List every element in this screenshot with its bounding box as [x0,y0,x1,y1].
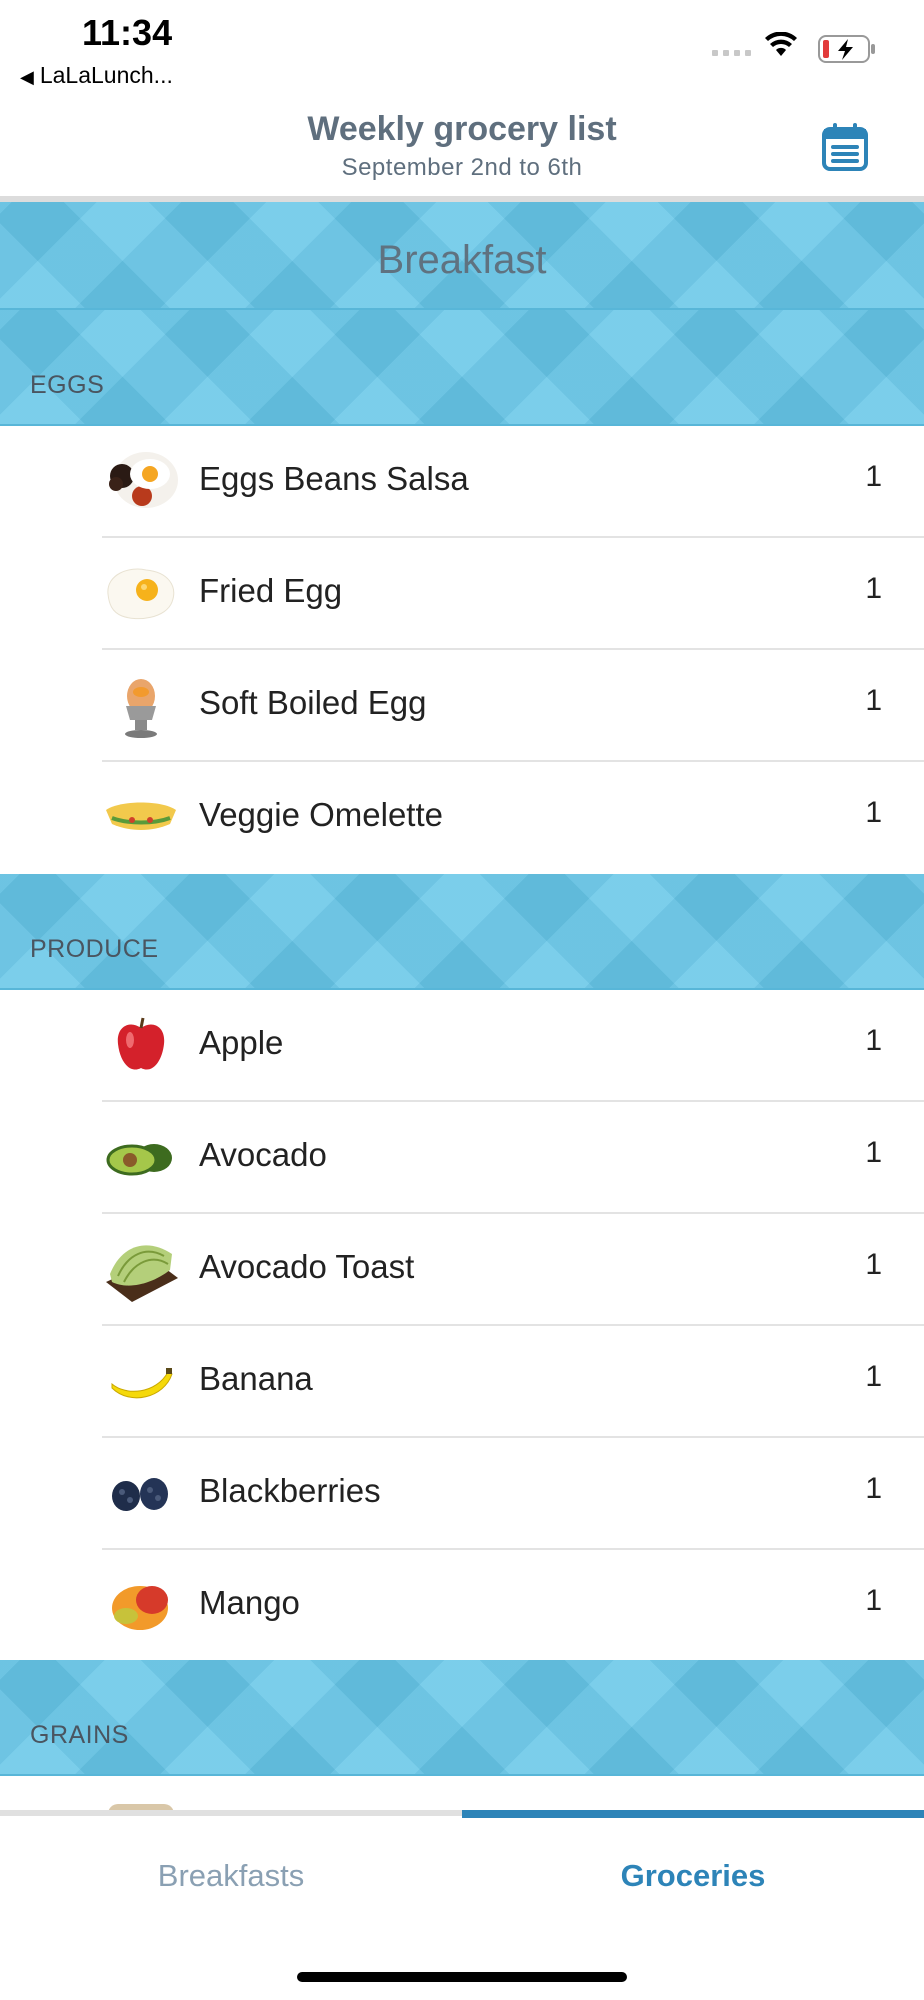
list-item[interactable]: Blackberries 1 [0,1438,924,1550]
fried-egg-icon [107,568,175,620]
item-quantity: 1 [865,1136,882,1169]
list-item[interactable]: Eggs Beans Salsa 1 [0,426,924,538]
item-name: Mango [199,1584,300,1621]
category-label: EGGS [30,371,105,399]
list-item[interactable]: Avocado Toast 1 [0,1214,924,1326]
home-indicator[interactable] [297,1972,627,1982]
section-title: Breakfast [377,238,547,282]
category-header-grains: GRAINS [0,1660,924,1776]
item-quantity: 1 [865,460,882,493]
list-item[interactable]: Fried Egg 1 [0,538,924,650]
item-quantity: 1 [865,1024,882,1057]
tab-groceries[interactable]: Groceries [462,1858,924,1894]
list-item[interactable]: Mango 1 [0,1550,924,1662]
item-name: Blackberries [199,1472,381,1509]
mango-icon [112,1586,168,1630]
back-app-label: LaLaLunch... [39,62,173,88]
item-quantity: 1 [865,572,882,605]
tab-active-indicator [462,1810,924,1818]
eggs-beans-salsa-icon [109,452,178,508]
category-label: PRODUCE [30,935,159,963]
item-quantity: 1 [865,684,882,717]
item-quantity: 1 [865,1248,882,1281]
list-item[interactable]: Avocado 1 [0,1102,924,1214]
category-header-produce: PRODUCE [0,874,924,990]
item-quantity: 1 [865,1584,882,1617]
item-name: Avocado [199,1136,327,1173]
item-name: Apple [199,1024,284,1061]
category-header-eggs: EGGS [0,310,924,426]
blackberries-icon [112,1478,168,1511]
back-to-app-link[interactable]: ◀ LaLaLunch... [20,62,173,89]
back-triangle-icon: ◀ [20,67,34,87]
calendar-list-icon[interactable] [818,120,872,174]
veggie-omelette-icon [106,802,176,830]
tab-breakfasts[interactable]: Breakfasts [0,1858,462,1894]
item-name: Soft Boiled Egg [199,684,427,721]
item-quantity: 1 [865,1472,882,1505]
item-name: Fried Egg [199,572,343,609]
item-name: Veggie Omelette [199,796,443,833]
list-item[interactable]: Banana 1 [0,1326,924,1438]
item-name: Banana [199,1360,313,1397]
app-header: Weekly grocery list September 2nd to 6th [0,100,924,196]
category-label: GRAINS [30,1721,129,1749]
item-quantity: 1 [865,1360,882,1393]
list-item[interactable]: Veggie Omelette 1 [0,762,924,874]
item-name: Avocado Toast [199,1248,415,1285]
list-item[interactable]: Apple 1 [0,990,924,1102]
avocado-icon [106,1144,172,1176]
status-bar: 11:34 ◀ LaLaLunch... [0,0,924,100]
list-item[interactable]: Soft Boiled Egg 1 [0,650,924,762]
cellular-signal-icon [712,50,751,56]
apple-icon [117,1017,165,1070]
wifi-icon [765,32,797,56]
item-quantity: 1 [865,796,882,829]
page-title: Weekly grocery list [307,110,617,148]
item-name: Eggs Beans Salsa [199,460,469,497]
banana-icon [111,1368,173,1399]
avocado-toast-icon [106,1245,178,1302]
section-banner: Breakfast [0,202,924,310]
battery-charging-icon [818,35,875,63]
status-time: 11:34 [82,12,173,53]
soft-boiled-egg-icon [125,679,157,738]
page-subtitle: September 2nd to 6th [341,154,583,181]
